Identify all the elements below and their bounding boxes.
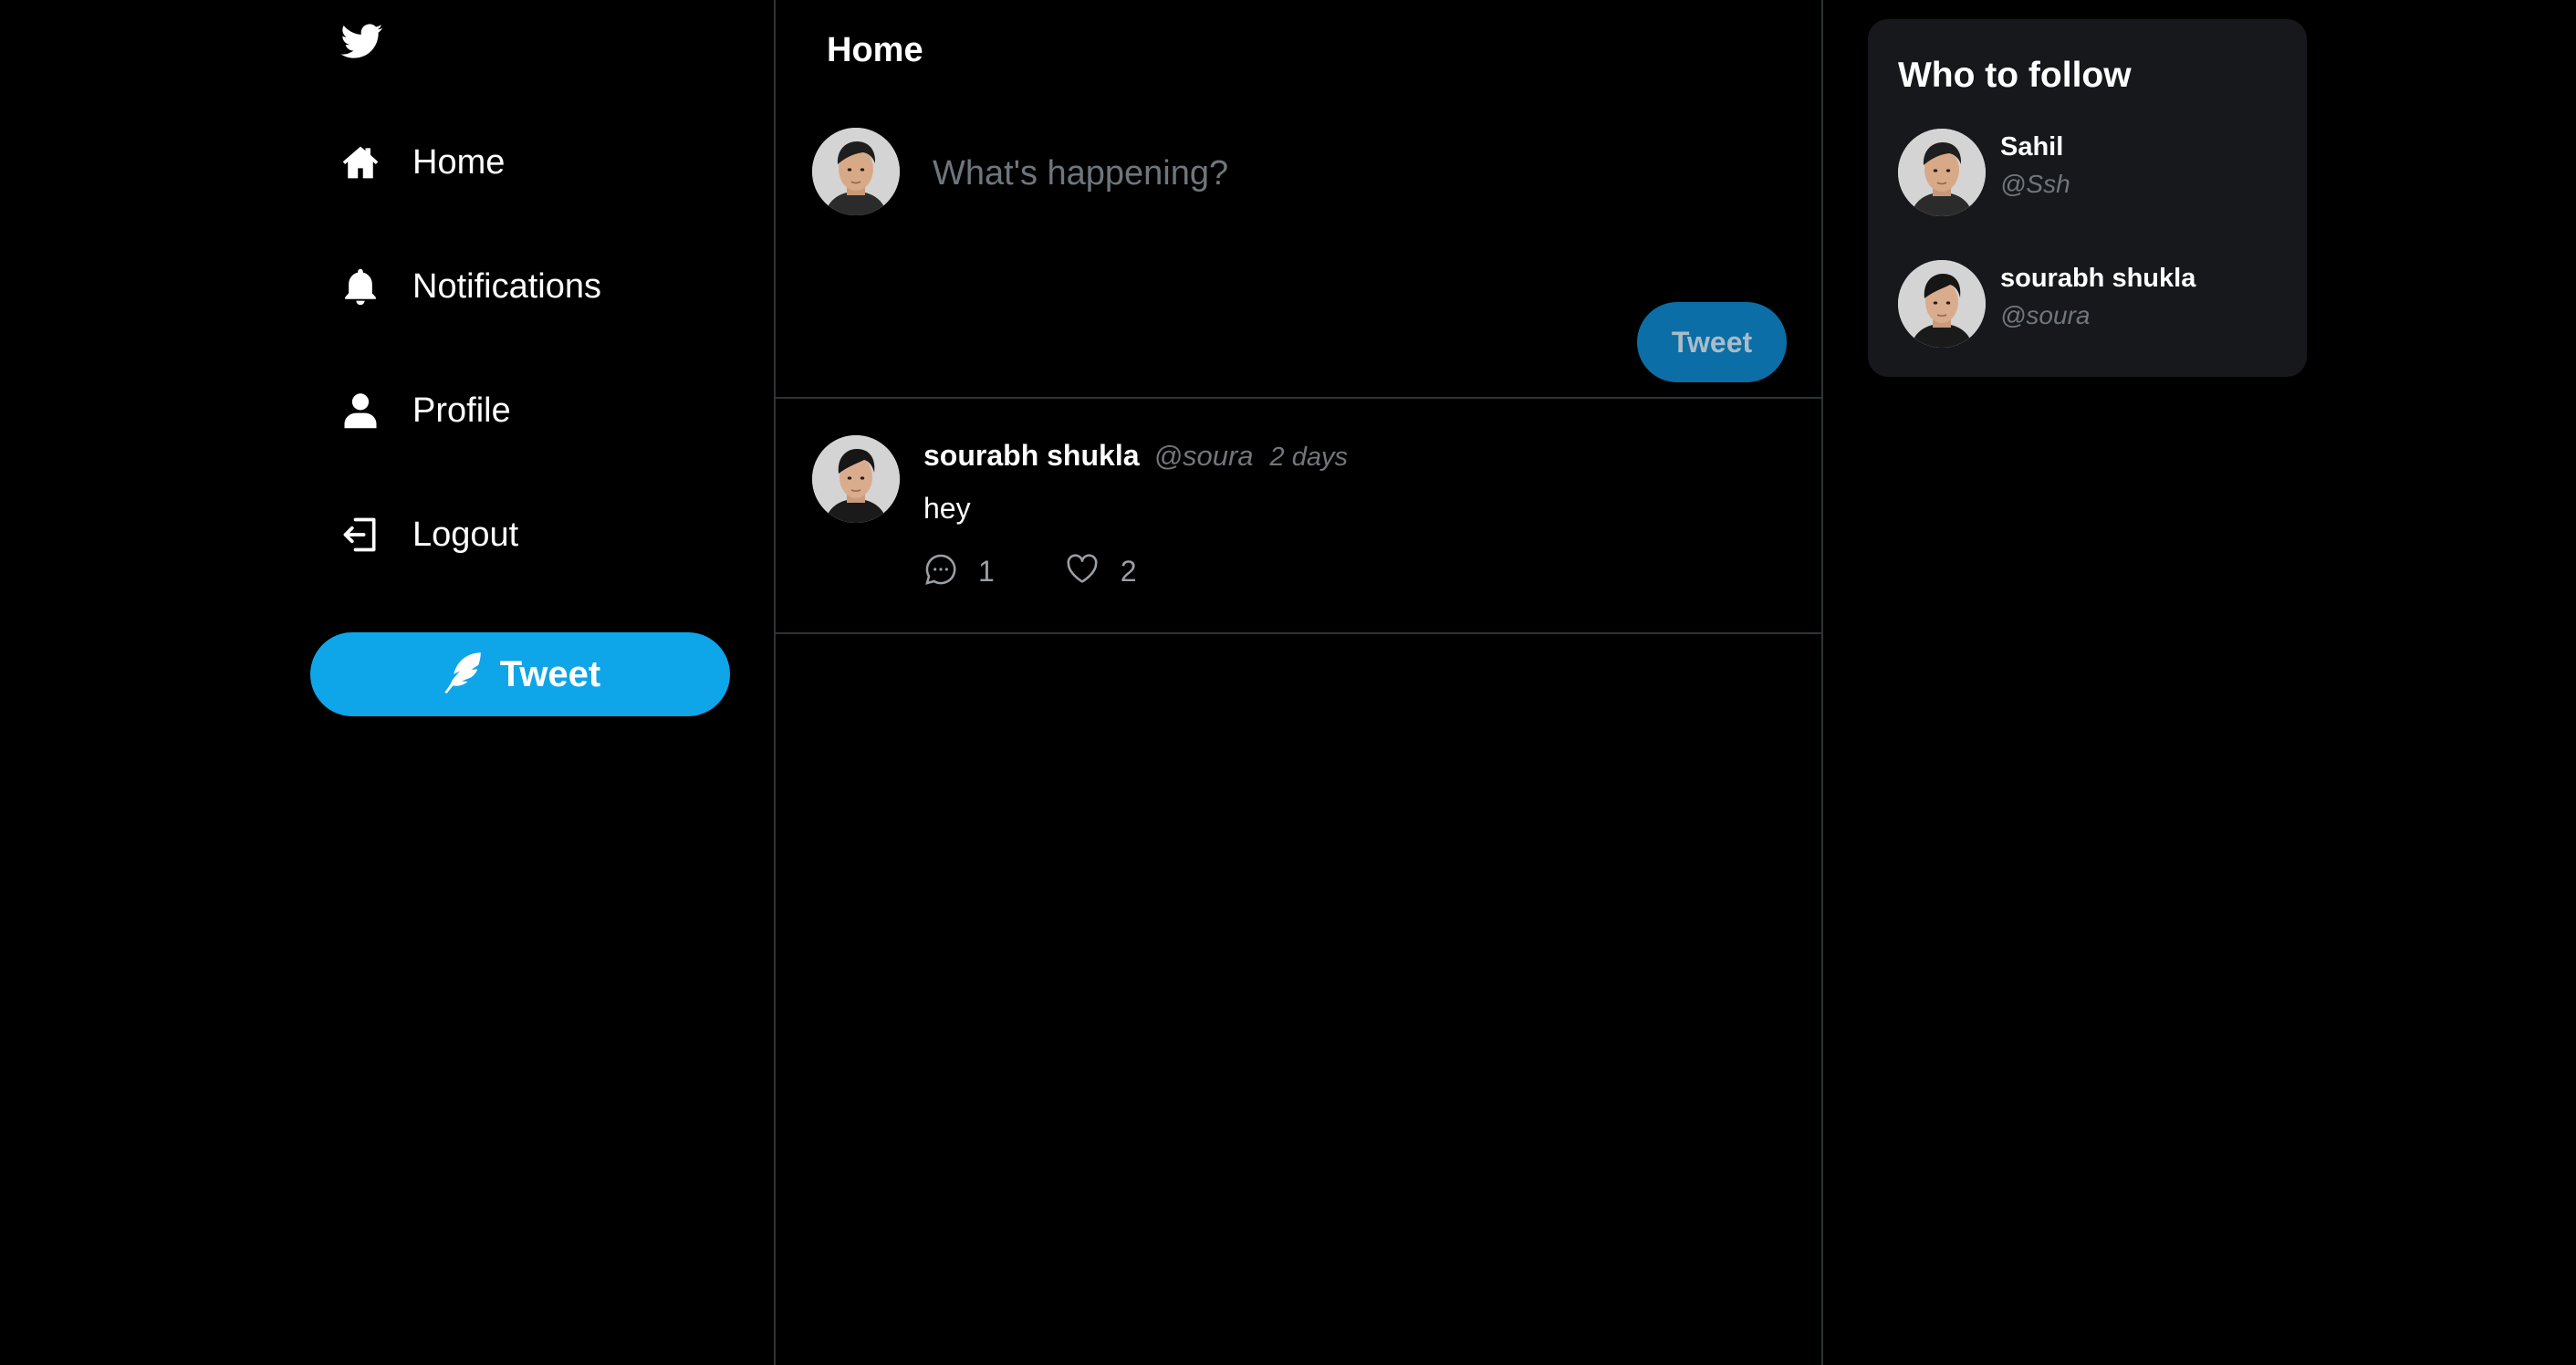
who-to-follow-card: Who to follow Sahil @Ssh sourabh shukla … (1868, 19, 2307, 377)
compose-box: Home Tweet (776, 0, 1821, 399)
comment-icon (923, 552, 958, 591)
follow-suggestion-name: Sahil (2000, 132, 2064, 162)
sidebar-item-logout[interactable]: Logout (339, 503, 518, 567)
sidebar-item-label: Profile (412, 391, 511, 430)
avatar[interactable] (812, 435, 900, 523)
follow-suggestion-handle: @Ssh (2000, 170, 2070, 198)
comment-button[interactable]: 1 (923, 552, 995, 591)
post-actions: 1 2 (923, 552, 1137, 591)
home-icon (339, 141, 381, 183)
comment-count: 1 (978, 555, 995, 588)
tweet-post[interactable]: sourabh shukla @soura 2 days hey 1 2 (776, 399, 1821, 634)
sidebar-item-label: Notifications (412, 266, 601, 306)
sidebar: Home Notifications Profile Logout Tweet (310, 0, 730, 1365)
compose-tweet-button[interactable]: Tweet (1637, 302, 1787, 382)
bell-icon (339, 266, 381, 307)
like-button[interactable]: 2 (1064, 552, 1137, 591)
app-root: Home Notifications Profile Logout Tweet … (0, 0, 2576, 1365)
follow-suggestion-handle: @soura (2000, 301, 2091, 329)
sidebar-item-home[interactable]: Home (339, 130, 505, 194)
feather-icon (440, 650, 485, 700)
follow-suggestion[interactable]: Sahil @Ssh (1898, 129, 2281, 216)
follow-suggestion-name: sourabh shukla (2000, 264, 2196, 293)
sidebar-item-notifications[interactable]: Notifications (339, 255, 601, 318)
main-timeline: Home Tweet (774, 0, 1823, 1365)
sidebar-item-label: Home (412, 142, 506, 182)
avatar[interactable] (1898, 129, 1986, 216)
like-count: 2 (1120, 555, 1137, 588)
tweet-button-label: Tweet (499, 653, 601, 694)
tweet-button[interactable]: Tweet (310, 632, 730, 716)
who-to-follow-title: Who to follow (1898, 56, 2132, 95)
page-title: Home (827, 31, 923, 69)
avatar[interactable] (812, 128, 900, 215)
user-icon (339, 390, 381, 432)
post-text: hey (923, 492, 971, 525)
twitter-bird-icon[interactable] (339, 20, 385, 62)
post-author-handle[interactable]: @soura (1154, 440, 1254, 473)
sidebar-item-label: Logout (412, 515, 519, 554)
avatar[interactable] (1898, 260, 1986, 348)
post-header: sourabh shukla @soura 2 days (923, 439, 1348, 473)
compose-input[interactable] (931, 146, 1752, 201)
post-timestamp: 2 days (1269, 443, 1348, 472)
follow-suggestion[interactable]: sourabh shukla @soura (1898, 260, 2281, 348)
heart-icon (1064, 552, 1100, 591)
post-author-name[interactable]: sourabh shukla (923, 439, 1140, 473)
sidebar-item-profile[interactable]: Profile (339, 379, 511, 443)
logout-icon (339, 514, 381, 556)
